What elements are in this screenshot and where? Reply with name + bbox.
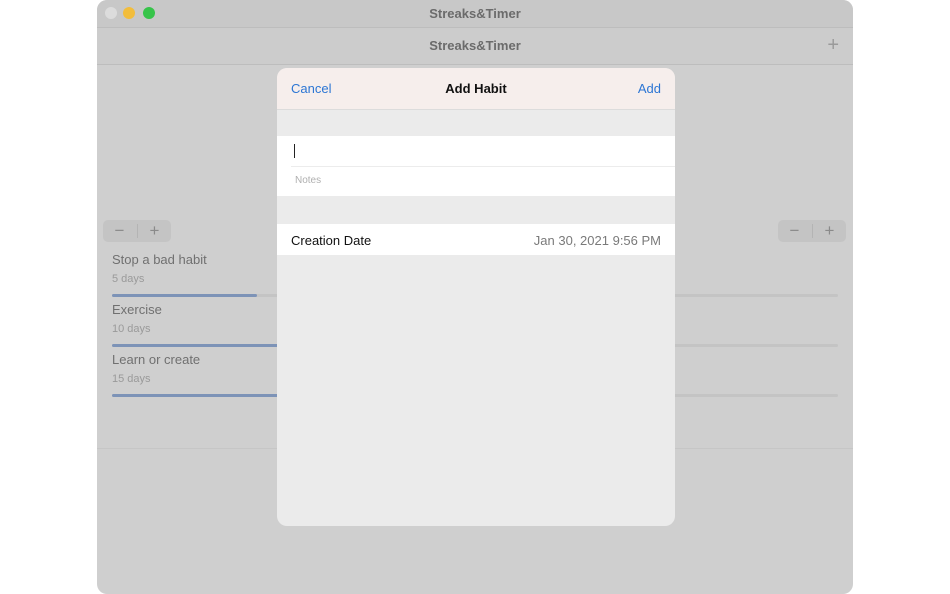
sheet-header: Cancel Add Habit Add [277, 68, 675, 110]
right-stepper-plus-button[interactable]: + [813, 221, 846, 241]
habit-progress-fill [112, 294, 258, 297]
left-stepper: − + [103, 220, 171, 242]
right-stepper-minus-button[interactable]: − [778, 221, 811, 241]
creation-date-value[interactable]: Jan 30, 2021 9:56 PM [534, 233, 661, 248]
creation-date-label: Creation Date [291, 233, 372, 248]
add-button[interactable]: Add [638, 81, 661, 96]
habit-days: 5 days [112, 273, 145, 285]
window-title: Streaks&Timer [429, 6, 521, 21]
navigation-bar: Streaks&Timer + [97, 28, 853, 65]
habit-title-field[interactable] [277, 136, 675, 166]
notes-field[interactable]: Notes [277, 167, 675, 196]
creation-date-row[interactable]: Creation Date Jan 30, 2021 9:56 PM [277, 224, 675, 255]
notes-placeholder: Notes [295, 175, 322, 186]
nav-title: Streaks&Timer [429, 38, 521, 53]
text-caret [294, 144, 295, 158]
habit-name: Exercise [112, 302, 162, 317]
habit-days: 15 days [112, 373, 151, 385]
habit-name: Learn or create [112, 352, 201, 367]
left-stepper-plus-button[interactable]: + [138, 221, 171, 241]
left-stepper-minus-button[interactable]: − [103, 221, 136, 241]
add-habit-sheet: Cancel Add Habit Add Notes Creation Date… [277, 68, 675, 526]
title-bar: Streaks&Timer [97, 0, 853, 28]
habit-name: Stop a bad habit [112, 252, 207, 267]
sheet-title: Add Habit [445, 81, 507, 96]
add-habit-button[interactable]: + [827, 35, 839, 55]
right-stepper: − + [778, 220, 846, 242]
habit-days: 10 days [112, 323, 151, 335]
habit-details-group: Notes [277, 136, 675, 196]
